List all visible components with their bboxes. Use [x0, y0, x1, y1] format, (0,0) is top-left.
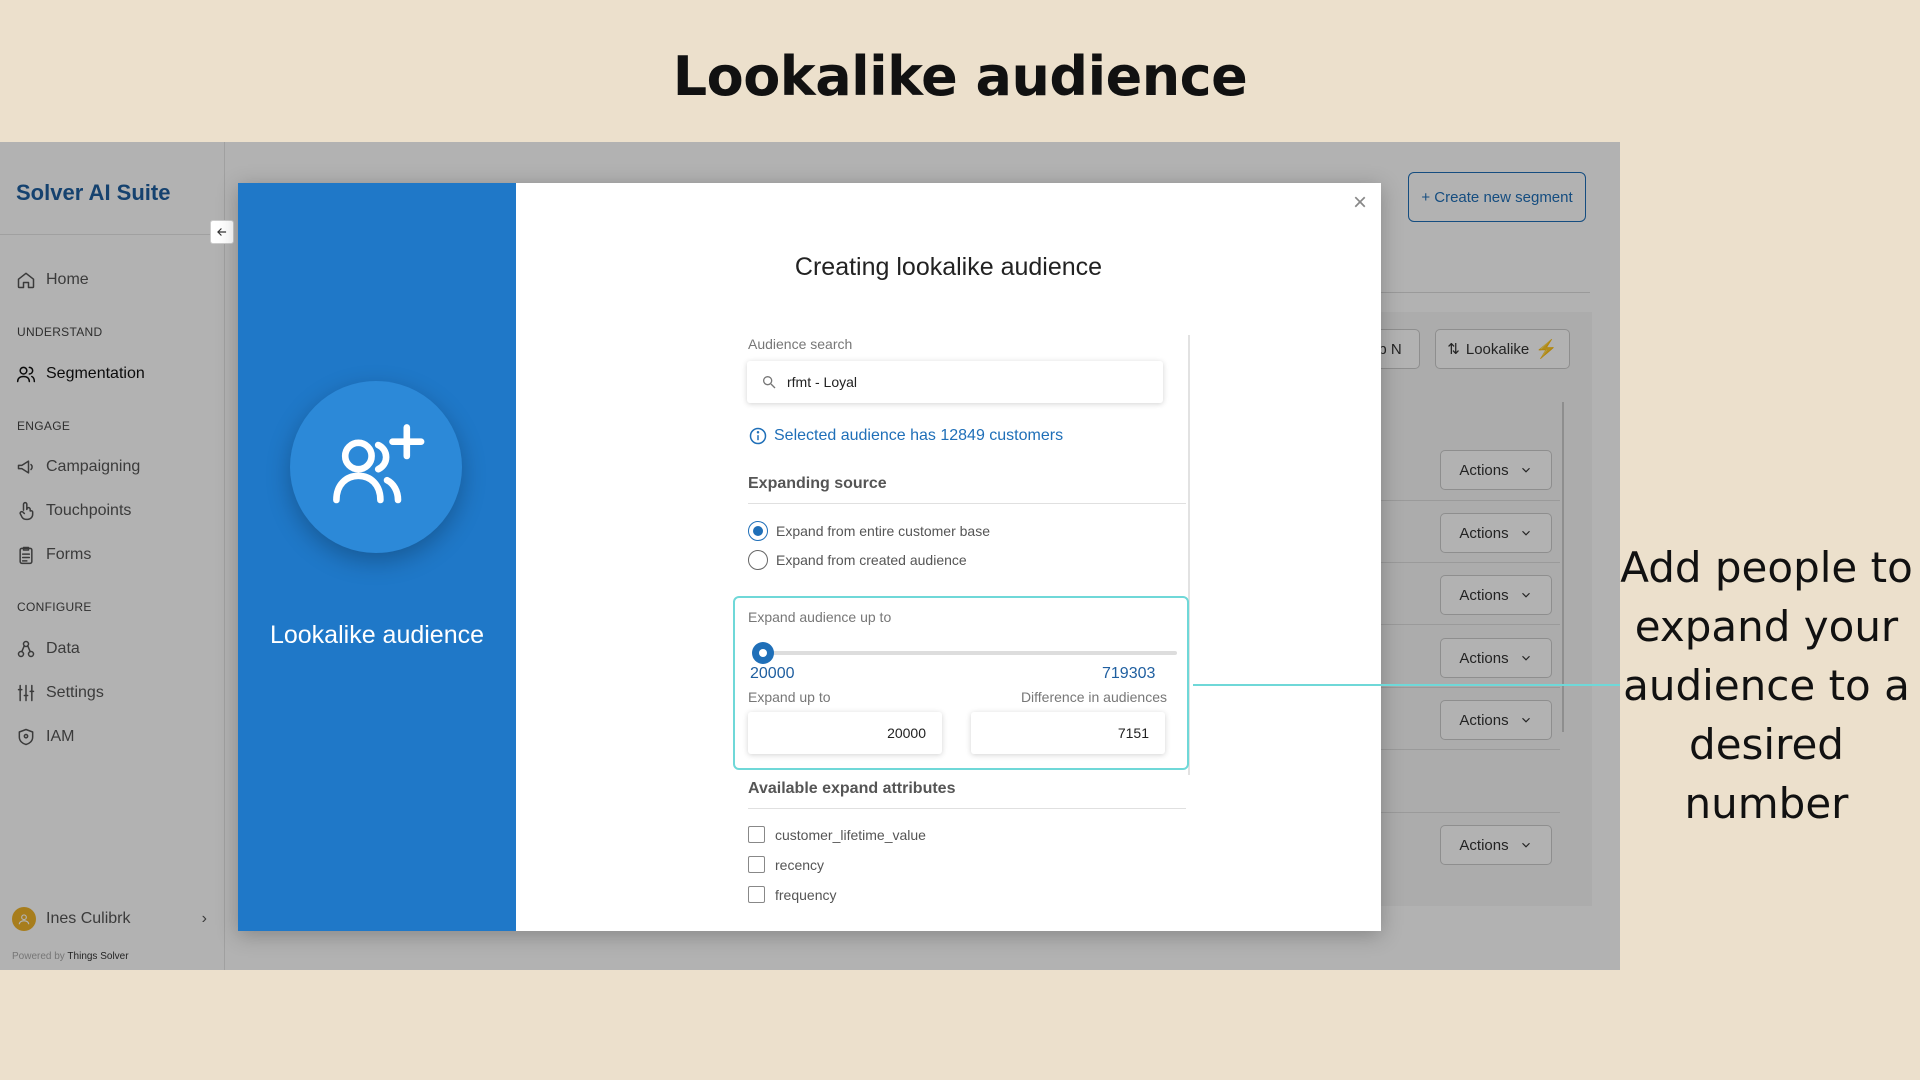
difference-field: 7151	[971, 712, 1165, 754]
divider	[748, 808, 1186, 809]
modal-side-panel: Lookalike audience	[238, 183, 516, 931]
close-icon[interactable]: ×	[1353, 189, 1367, 217]
callout-line	[1193, 684, 1620, 686]
slide-title: Lookalike audience	[672, 45, 1248, 108]
expanding-source-heading: Expanding source	[748, 475, 887, 492]
checkbox-unchecked-icon	[748, 856, 765, 873]
arrow-left-icon	[217, 228, 227, 236]
expand-slider-track[interactable]	[763, 651, 1177, 655]
checkbox-unchecked-icon	[748, 886, 765, 903]
radio-selected-icon	[748, 521, 768, 541]
difference-label: Difference in audiences	[1020, 689, 1167, 705]
expand-audience-label: Expand audience up to	[748, 609, 892, 625]
attribute-label: recency	[775, 856, 825, 873]
radio-label: Expand from entire customer base	[776, 523, 990, 539]
expand-up-to-input[interactable]: 20000	[748, 712, 942, 754]
slider-max-value: 719303	[1102, 665, 1156, 682]
attributes-heading: Available expand attributes	[748, 780, 956, 797]
modal-title: Creating lookalike audience	[794, 253, 1103, 281]
audience-info-message: Selected audience has 12849 customers	[748, 426, 1063, 446]
lookalike-modal: Lookalike audience × Creating lookalike …	[238, 183, 1381, 931]
add-users-icon	[333, 424, 425, 504]
search-icon	[763, 376, 776, 389]
radio-label: Expand from created audience	[776, 552, 967, 568]
side-panel-title: Lookalike audience	[269, 621, 485, 649]
expand-slider-handle[interactable]	[752, 642, 774, 664]
checkbox-unchecked-icon	[748, 826, 765, 843]
attribute-checkbox[interactable]: recency	[748, 856, 824, 873]
annotation-text: Add people to expand your audience to a …	[1620, 543, 1913, 828]
attribute-label: frequency	[775, 886, 837, 903]
radio-unselected-icon	[748, 550, 768, 570]
slider-min-value: 20000	[750, 665, 795, 682]
radio-entire-customer-base[interactable]: Expand from entire customer base	[748, 521, 990, 541]
expand-up-to-label: Expand up to	[748, 689, 831, 705]
collapse-sidebar-button[interactable]	[210, 220, 234, 244]
attribute-label: customer_lifetime_value	[775, 826, 926, 843]
audience-search-input[interactable]: rfmt - Loyal	[747, 361, 1163, 403]
info-icon	[749, 427, 767, 445]
attribute-checkbox[interactable]: frequency	[748, 886, 836, 903]
radio-created-audience[interactable]: Expand from created audience	[748, 550, 967, 570]
add-users-badge	[290, 381, 462, 553]
attribute-checkbox[interactable]: customer_lifetime_value	[748, 826, 926, 843]
audience-search-label: Audience search	[748, 336, 853, 352]
divider	[748, 503, 1186, 504]
audience-search-value: rfmt - Loyal	[787, 374, 858, 390]
info-text: Selected audience has 12849 customers	[774, 427, 1064, 444]
